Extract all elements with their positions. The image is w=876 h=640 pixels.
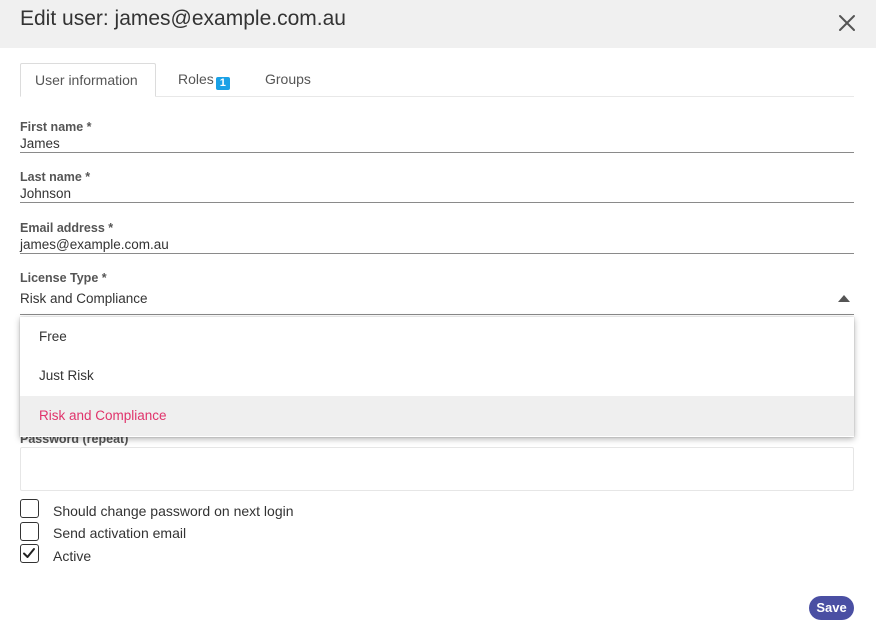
license-type-underline <box>20 314 854 315</box>
tab-roles[interactable]: Roles 1 <box>178 63 230 97</box>
roles-count-badge: 1 <box>215 77 230 90</box>
email-field[interactable]: james@example.com.au <box>20 237 169 252</box>
tab-groups[interactable]: Groups <box>265 63 311 97</box>
license-type-dropdown: Free Just Risk Risk and Compliance <box>20 317 854 437</box>
dialog-title: Edit user: james@example.com.au <box>20 7 346 30</box>
license-option-just-risk[interactable]: Just Risk <box>20 356 854 396</box>
license-option-risk-and-compliance[interactable]: Risk and Compliance <box>20 396 854 436</box>
license-option-free[interactable]: Free <box>20 317 854 357</box>
first-name-field[interactable]: James <box>20 136 60 151</box>
should-change-password-checkbox[interactable] <box>20 499 39 518</box>
tab-label: Roles <box>178 71 214 87</box>
send-activation-email-label: Send activation email <box>53 525 187 541</box>
dialog-header: Edit user: james@example.com.au <box>0 0 876 48</box>
tab-user-information[interactable]: User information <box>20 63 156 97</box>
active-checkbox[interactable] <box>20 544 39 563</box>
email-label: Email address * <box>20 221 114 235</box>
active-label: Active <box>53 548 92 564</box>
close-icon[interactable] <box>835 11 859 35</box>
license-type-label: License Type * <box>20 271 107 285</box>
last-name-label: Last name * <box>20 170 91 184</box>
save-button[interactable]: Save <box>809 596 854 620</box>
last-name-field[interactable]: Johnson <box>20 186 71 201</box>
tab-label: User information <box>35 72 138 88</box>
checkmark-icon <box>23 548 35 558</box>
email-underline <box>20 253 854 254</box>
should-change-password-label: Should change password on next login <box>53 503 294 519</box>
first-name-label: First name * <box>20 120 92 134</box>
license-type-select[interactable]: Risk and Compliance <box>20 291 148 306</box>
tab-label: Groups <box>265 71 311 87</box>
password-repeat-input[interactable] <box>20 447 854 491</box>
chevron-up-icon[interactable] <box>838 295 850 302</box>
send-activation-email-checkbox[interactable] <box>20 522 39 541</box>
last-name-underline <box>20 202 854 203</box>
first-name-underline <box>20 152 854 153</box>
